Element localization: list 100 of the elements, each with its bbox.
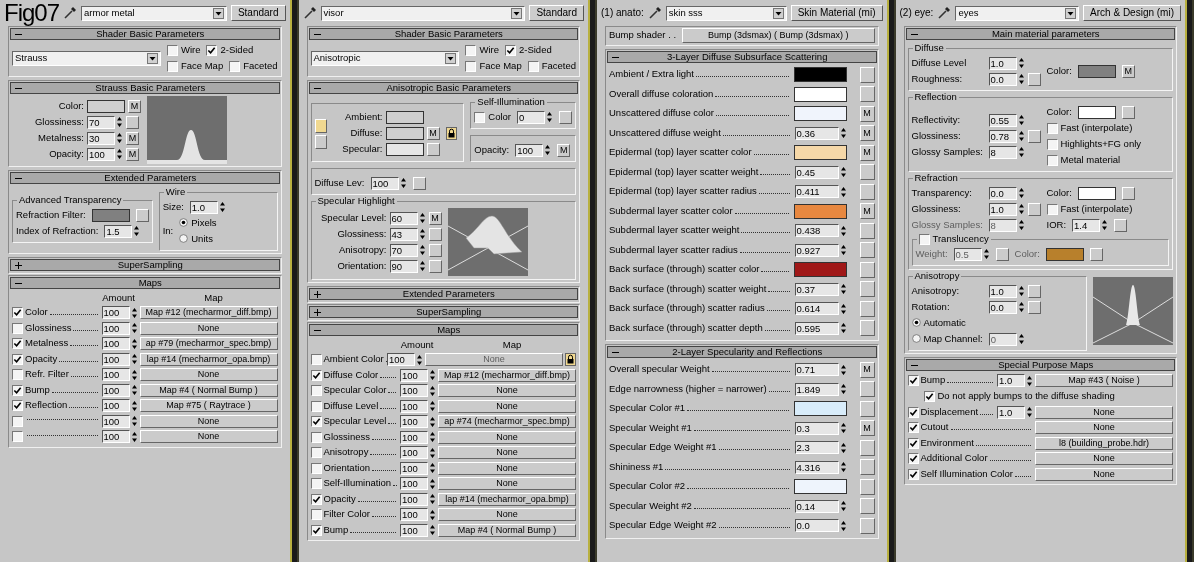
spinner-arrows-icon[interactable] (130, 306, 138, 319)
eyedropper-icon[interactable] (647, 6, 662, 20)
checkbox[interactable] (12, 322, 23, 334)
spinner-arrows-icon[interactable] (429, 431, 436, 444)
spinner-arrows-icon[interactable] (839, 500, 847, 513)
checkbox[interactable] (465, 44, 477, 56)
number-field[interactable]: 70 (389, 243, 418, 257)
number-field[interactable]: 0.55 (988, 113, 1017, 127)
number-field[interactable]: 1.5 (104, 224, 133, 238)
rollout-header[interactable]: Maps (10, 277, 280, 289)
rollout-header[interactable]: Extended Parameters (10, 172, 280, 184)
checkbox[interactable] (12, 353, 23, 365)
rollout-header[interactable]: Strauss Basic Parameters (10, 82, 280, 94)
checkbox[interactable] (923, 391, 935, 402)
checkbox-label[interactable]: Wire (479, 44, 499, 56)
map-button[interactable]: M (859, 420, 875, 437)
map-button[interactable]: M (126, 147, 139, 161)
rollout-header[interactable]: Anisotropic Basic Parameters (308, 82, 578, 94)
color-swatch[interactable] (793, 262, 847, 278)
number-field[interactable]: 100 (400, 508, 428, 522)
number-field[interactable]: 0.0 (988, 300, 1017, 314)
checkbox[interactable] (12, 307, 23, 319)
rollout-header[interactable]: SuperSampling (308, 306, 578, 318)
map-slot-button[interactable]: Bump (3dsmax) ( Bump (3dsmax) ) (682, 27, 875, 43)
map-slot-button[interactable]: ap #79 (mecharmor_spec.bmp) (139, 337, 278, 351)
number-field[interactable]: 100 (400, 477, 428, 491)
checkbox[interactable] (907, 422, 919, 434)
checkbox[interactable] (907, 375, 919, 387)
spinner-arrows-icon[interactable] (1026, 406, 1033, 419)
checkbox[interactable] (310, 369, 322, 381)
material-type-button[interactable]: Standard (230, 5, 286, 21)
number-field[interactable]: 100 (101, 430, 130, 444)
number-field[interactable]: 100 (400, 461, 428, 475)
checkbox-label[interactable]: Face Map (479, 60, 522, 72)
map-button[interactable] (859, 66, 875, 83)
spinner-arrows-icon[interactable] (429, 369, 436, 382)
number-field[interactable]: 100 (400, 523, 428, 537)
map-button[interactable] (859, 242, 875, 259)
map-button[interactable] (1027, 284, 1041, 298)
scrollbar[interactable] (289, 0, 297, 562)
spinner-arrows-icon[interactable] (839, 461, 847, 474)
number-field[interactable]: 100 (87, 147, 115, 161)
map-button[interactable]: M (859, 361, 875, 378)
map-button[interactable]: M (128, 99, 141, 113)
map-button[interactable] (412, 176, 426, 190)
spinner-arrows-icon[interactable] (839, 244, 847, 257)
dropdown[interactable]: Anisotropic (310, 50, 460, 66)
spinner-arrows-icon[interactable] (839, 185, 847, 198)
checkbox[interactable] (310, 354, 322, 366)
checkbox[interactable] (465, 60, 477, 72)
color-swatch[interactable] (385, 127, 424, 140)
map-button[interactable] (859, 400, 875, 417)
caret-icon[interactable] (146, 52, 158, 64)
map-button[interactable] (859, 439, 875, 456)
map-button[interactable] (1121, 105, 1135, 119)
checkbox[interactable] (310, 524, 322, 536)
map-button[interactable] (859, 459, 875, 476)
checkbox[interactable] (12, 384, 23, 396)
map-slot-button[interactable]: None (438, 508, 576, 522)
radio-label[interactable]: Map Channel: (923, 333, 983, 345)
number-field[interactable]: 100 (101, 368, 130, 382)
spinner-arrows-icon[interactable] (1017, 301, 1025, 313)
spinner-arrows-icon[interactable] (1017, 130, 1025, 142)
checkbox[interactable] (12, 400, 23, 412)
checkbox[interactable] (474, 111, 486, 123)
radio-label[interactable]: Units (191, 233, 213, 245)
number-field[interactable]: 8 (988, 145, 1017, 159)
checkbox-label[interactable]: Do not apply bumps to the diffuse shading (937, 391, 1115, 402)
dropdown[interactable]: skin sss (665, 5, 787, 21)
spinner-arrows-icon[interactable] (416, 353, 423, 366)
map-button[interactable]: M (859, 125, 875, 142)
checkbox[interactable] (527, 60, 539, 72)
color-swatch[interactable] (793, 67, 847, 83)
map-button[interactable] (135, 208, 149, 222)
number-field[interactable]: 100 (101, 352, 130, 366)
number-field[interactable]: 2.3 (794, 441, 839, 455)
number-field[interactable]: 100 (400, 399, 428, 413)
spinner-arrows-icon[interactable] (1101, 219, 1109, 231)
color-swatch[interactable] (1077, 105, 1116, 119)
map-slot-button[interactable]: Map #75 ( Raytrace ) (139, 399, 278, 413)
color-swatch[interactable] (793, 479, 847, 495)
checkbox[interactable] (310, 400, 322, 412)
map-button[interactable] (1121, 186, 1135, 200)
plus-icon[interactable] (313, 290, 321, 298)
checkbox[interactable] (12, 431, 23, 443)
checkbox-label[interactable]: 2-Sided (518, 44, 552, 56)
color-swatch[interactable] (793, 106, 847, 122)
map-button[interactable] (859, 300, 875, 317)
number-field[interactable]: 100 (101, 321, 130, 335)
spinner-arrows-icon[interactable] (1017, 333, 1025, 345)
number-field[interactable]: 0.0 (988, 186, 1017, 200)
spinner-arrows-icon[interactable] (839, 441, 847, 454)
map-button[interactable] (859, 498, 875, 515)
eyedropper-icon[interactable] (302, 6, 317, 20)
color-swatch[interactable] (87, 99, 125, 113)
number-field[interactable]: 100 (387, 353, 415, 367)
number-field[interactable]: 100 (400, 492, 428, 506)
number-field[interactable]: 100 (400, 430, 428, 444)
number-field[interactable]: 100 (400, 384, 428, 398)
caret-icon[interactable] (772, 7, 784, 19)
